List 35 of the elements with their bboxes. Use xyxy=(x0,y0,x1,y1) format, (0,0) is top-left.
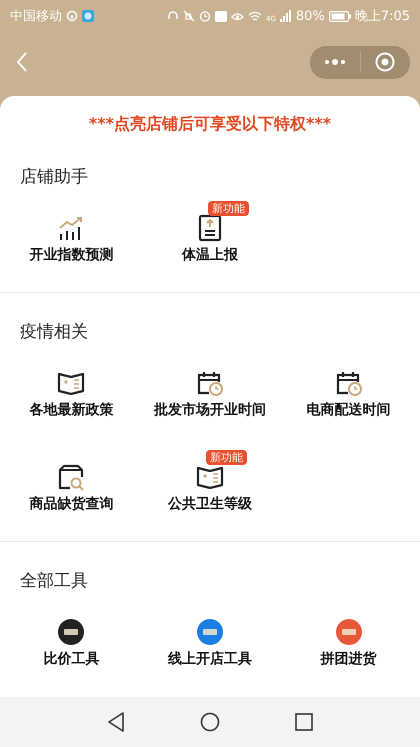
section-title: 店铺助手 xyxy=(19,166,89,189)
battery-icon xyxy=(328,10,351,22)
tool-label[interactable]: 拼团进货 xyxy=(320,649,377,669)
clock-time: 晚上7:05 xyxy=(354,8,410,25)
carrier-name: 中国移动 xyxy=(10,8,62,25)
wifi-icon xyxy=(248,10,262,22)
more-icon[interactable] xyxy=(324,58,346,66)
book-icon xyxy=(196,465,224,489)
hd-icon xyxy=(215,10,227,22)
tool-label[interactable]: 开业指数预测 xyxy=(29,245,114,265)
eye-icon xyxy=(231,10,244,22)
new-badge: 新功能 xyxy=(208,201,249,216)
tool-label[interactable]: 各地最新政策 xyxy=(29,400,114,420)
tool-label[interactable]: 批发市场开业时间 xyxy=(154,400,266,420)
calendar-clock-icon xyxy=(196,370,224,396)
tool-label[interactable]: 公共卫生等级 xyxy=(168,494,252,514)
document-icon xyxy=(198,214,222,242)
banner-text: ***点亮店铺后可享受以下特权*** xyxy=(88,113,332,135)
tool-label[interactable]: 线上开店工具 xyxy=(168,649,252,669)
target-icon[interactable] xyxy=(375,52,396,72)
section-title: 疫情相关 xyxy=(19,321,89,344)
tool-label[interactable]: 电商配送时间 xyxy=(306,400,391,420)
book-icon xyxy=(57,371,86,395)
battery-percent: 80% xyxy=(296,8,325,24)
signal-icon xyxy=(280,10,292,22)
tool-label[interactable]: 商品缺货查询 xyxy=(29,494,114,514)
alarm-icon xyxy=(199,10,211,22)
tool-label[interactable]: 比价工具 xyxy=(43,649,100,669)
headphones-icon xyxy=(167,10,179,22)
section-title: 全部工具 xyxy=(19,570,89,593)
tool-label[interactable]: 体温上报 xyxy=(182,245,238,265)
box-search-icon xyxy=(57,464,86,490)
app-icon xyxy=(82,10,94,22)
calendar-clock-icon xyxy=(334,370,363,396)
new-badge: 新功能 xyxy=(206,450,247,465)
